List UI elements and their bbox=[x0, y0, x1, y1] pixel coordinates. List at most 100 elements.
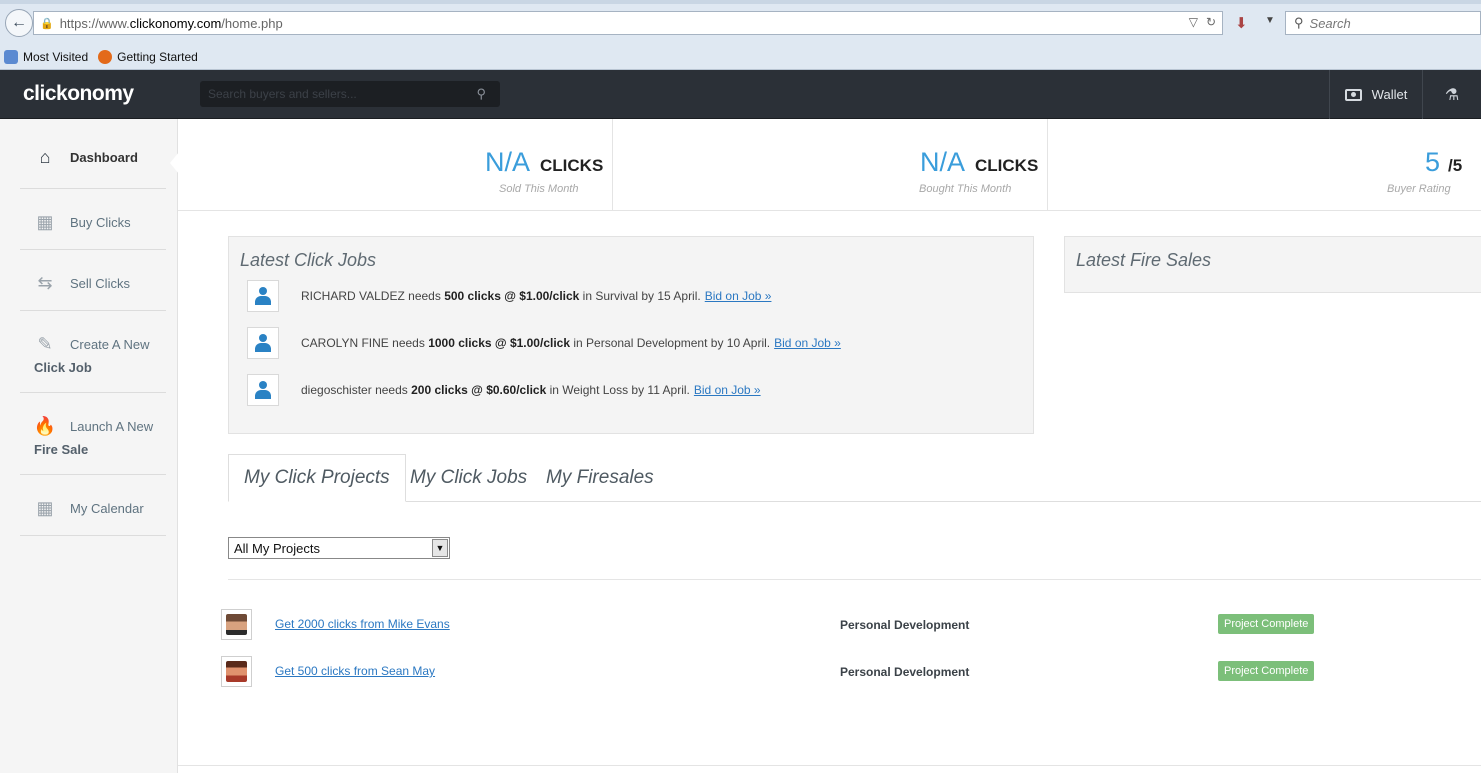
sidebar: ⌂ Dashboard ▦ Buy Clicks ⇆ Sell Clicks ✎… bbox=[0, 119, 179, 773]
table-row: Get 500 clicks from Sean May Personal De… bbox=[221, 656, 1321, 688]
sidebar-item-label: Buy Clicks bbox=[70, 214, 131, 230]
tab-my-firesales[interactable]: My Firesales bbox=[546, 454, 654, 502]
user-icon bbox=[255, 334, 271, 352]
job-detail: in Survival by 15 April. bbox=[582, 289, 701, 303]
job-row: diegoschister needs 200 clicks @ $0.60/c… bbox=[247, 374, 761, 406]
project-filter-select[interactable]: All My Projects ▼ bbox=[228, 537, 450, 559]
stat-value: N/A bbox=[920, 147, 966, 177]
bookmark-getting-started[interactable]: Getting Started bbox=[98, 50, 198, 64]
wallet-label: Wallet bbox=[1371, 87, 1408, 102]
job-offer: 200 clicks @ $0.60/click bbox=[411, 383, 547, 397]
tab-label: My Firesales bbox=[546, 467, 654, 488]
flask-icon: ⚗ bbox=[1444, 86, 1460, 104]
job-offer: 500 clicks @ $1.00/click bbox=[444, 289, 580, 303]
sidebar-item-label: Sell Clicks bbox=[70, 275, 130, 291]
tab-label: My Click Jobs bbox=[410, 467, 528, 488]
stat-value: N/A bbox=[485, 147, 531, 177]
job-detail: in Weight Loss by 11 April. bbox=[549, 383, 690, 397]
stat-caption: Buyer Rating bbox=[1387, 183, 1451, 195]
tab-strip bbox=[0, 0, 1481, 4]
calendar-icon: ▦ bbox=[36, 497, 54, 518]
grid-icon: ▦ bbox=[36, 211, 54, 232]
bookmark-most-visited[interactable]: Most Visited bbox=[4, 50, 88, 64]
lock-icon: 🔒 bbox=[40, 17, 54, 30]
dropdown-icon[interactable]: ▽ bbox=[1189, 15, 1198, 29]
job-needs: needs bbox=[408, 289, 441, 303]
logo[interactable]: clickonomy bbox=[23, 82, 134, 106]
table-row: Get 2000 clicks from Mike Evans Personal… bbox=[221, 609, 1321, 641]
stat-unit: /5 bbox=[1448, 156, 1463, 175]
job-buyer: RICHARD VALDEZ bbox=[301, 289, 405, 303]
back-button[interactable]: ← bbox=[5, 9, 33, 37]
bid-on-job-link[interactable]: Bid on Job » bbox=[774, 336, 841, 350]
job-row: CAROLYN FINE needs 1000 clicks @ $1.00/c… bbox=[247, 327, 841, 359]
url-path: /home.php bbox=[221, 15, 283, 31]
chevron-down-icon[interactable]: ▼ bbox=[1265, 15, 1275, 26]
url-prefix: https://www. bbox=[59, 15, 130, 31]
bid-on-job-link[interactable]: Bid on Job » bbox=[705, 289, 772, 303]
app-header: clickonomy ⚲ Wallet ⚗ bbox=[0, 70, 1481, 119]
job-row: RICHARD VALDEZ needs 500 clicks @ $1.00/… bbox=[247, 280, 771, 312]
job-needs: needs bbox=[392, 336, 425, 350]
search-icon: ⚲ bbox=[1294, 15, 1304, 30]
latest-fire-sales-panel: Latest Fire Sales bbox=[1064, 236, 1481, 293]
avatar bbox=[247, 374, 279, 406]
sidebar-item-dashboard[interactable]: ⌂ Dashboard bbox=[20, 133, 166, 189]
wallet-button[interactable]: Wallet bbox=[1329, 70, 1422, 119]
wallet-icon bbox=[1344, 88, 1362, 101]
user-icon bbox=[255, 287, 271, 305]
tab-my-click-jobs[interactable]: My Click Jobs bbox=[410, 454, 527, 502]
sidebar-item-buy-clicks[interactable]: ▦ Buy Clicks bbox=[20, 189, 166, 250]
select-value: All My Projects bbox=[234, 540, 320, 556]
content-bottom-border bbox=[178, 765, 1481, 766]
search-input[interactable] bbox=[208, 87, 468, 101]
sidebar-item-create-click-job[interactable]: ✎ Create A New Click Job bbox=[20, 311, 166, 393]
panel-title: Latest Click Jobs bbox=[240, 250, 377, 270]
user-icon bbox=[255, 381, 271, 399]
avatar bbox=[247, 327, 279, 359]
fire-icon: 🔥 bbox=[33, 415, 57, 436]
job-offer: 1000 clicks @ $1.00/click bbox=[428, 336, 571, 350]
browser-toolbar: ← 🔒 https://www. clickonomy.com/home.php … bbox=[0, 0, 1481, 70]
firefox-icon bbox=[98, 50, 113, 64]
sidebar-item-label: Dashboard bbox=[70, 149, 138, 165]
panel-title: Latest Fire Sales bbox=[1076, 250, 1212, 270]
job-buyer: diegoschister bbox=[301, 383, 372, 397]
status-badge: Project Complete bbox=[1218, 661, 1315, 681]
sidebar-item-launch-fire-sale[interactable]: 🔥 Launch A New Fire Sale bbox=[20, 393, 166, 475]
bookmarks-bar: Most Visited Getting Started bbox=[0, 46, 198, 68]
browser-search-field[interactable]: ⚲ Search bbox=[1285, 11, 1481, 35]
tab-label: My Click Projects bbox=[244, 467, 390, 488]
sidebar-item-sell-clicks[interactable]: ⇆ Sell Clicks bbox=[20, 250, 166, 311]
home-icon: ⌂ bbox=[39, 146, 51, 167]
sidebar-item-label: Launch A New bbox=[70, 418, 154, 434]
job-detail: in Personal Development by 10 April. bbox=[573, 336, 771, 350]
job-buyer: CAROLYN FINE bbox=[301, 336, 389, 350]
sidebar-item-my-calendar[interactable]: ▦ My Calendar bbox=[20, 475, 166, 536]
tab-my-click-projects[interactable]: My Click Projects bbox=[228, 454, 406, 502]
bookmark-folder-icon bbox=[4, 50, 18, 64]
search-icon[interactable]: ⚲ bbox=[476, 86, 486, 102]
project-link[interactable]: Get 500 clicks from Sean May bbox=[275, 664, 435, 678]
job-needs: needs bbox=[375, 383, 408, 397]
reload-icon[interactable]: ↻ bbox=[1206, 15, 1216, 29]
bid-on-job-link[interactable]: Bid on Job » bbox=[694, 383, 761, 397]
avatar bbox=[221, 609, 252, 640]
flask-button[interactable]: ⚗ bbox=[1422, 70, 1481, 119]
status-badge: Project Complete bbox=[1218, 614, 1315, 634]
avatar bbox=[247, 280, 279, 312]
download-icon[interactable]: ⬇ bbox=[1235, 14, 1248, 32]
url-host: clickonomy.com bbox=[129, 15, 222, 31]
user-photo-icon bbox=[226, 614, 247, 635]
sidebar-item-sublabel: Click Job bbox=[34, 360, 92, 375]
stat-rating: 5 /5 Buyer Rating bbox=[1048, 119, 1481, 211]
sidebar-item-sublabel: Fire Sale bbox=[34, 442, 89, 457]
app-search: ⚲ bbox=[200, 81, 500, 107]
bookmark-label: Most Visited bbox=[23, 50, 89, 64]
stat-sold: N/A CLICKS Sold This Month bbox=[178, 119, 613, 211]
latest-click-jobs-panel: Latest Click Jobs RICHARD VALDEZ needs 5… bbox=[228, 236, 1034, 434]
project-link[interactable]: Get 2000 clicks from Mike Evans bbox=[275, 617, 450, 631]
address-bar[interactable]: 🔒 https://www. clickonomy.com/home.php ▽ … bbox=[33, 11, 1223, 35]
user-photo-icon bbox=[226, 661, 247, 682]
sidebar-item-label: Create A New bbox=[70, 336, 150, 352]
